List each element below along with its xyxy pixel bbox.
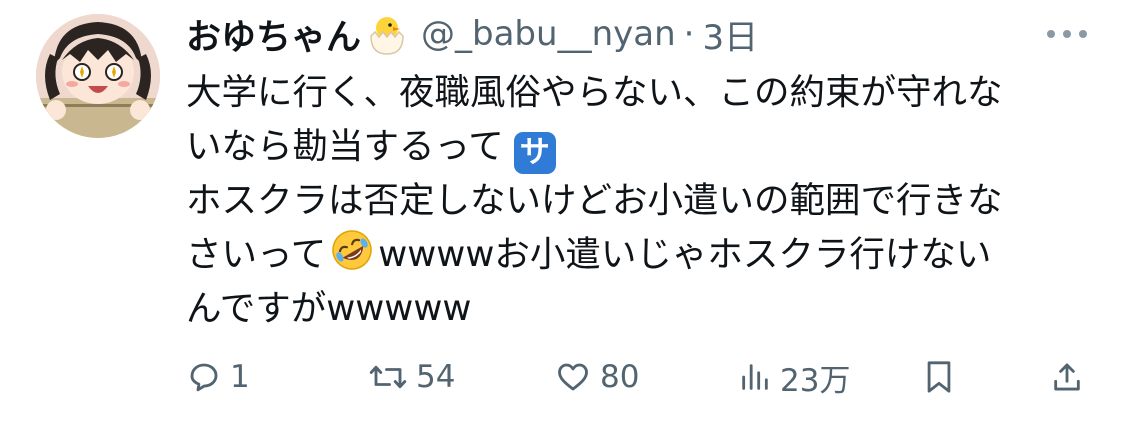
hatching-chick-icon [365,12,409,56]
bookmark-icon [927,361,951,393]
text-segment: さいって [186,234,327,275]
text-segment: wwwwお小遣いじゃホスクラ行けない [378,234,992,275]
heart-icon [558,363,588,391]
text-segment: んですがwwwww [186,288,472,329]
views-button[interactable]: 23万 [738,352,850,402]
tweet-text-line: ホスクラは否定しないけどお小遣いの範囲で行きな [186,174,1096,228]
reply-icon [190,363,218,392]
repost-icon [369,365,407,389]
share-icon [1054,363,1080,391]
timestamp[interactable]: 3日 [702,10,758,59]
text-segment: いなら勘当するって [186,126,504,167]
tweet[interactable]: おゆちゃん @_babu__nyan · 3日 大学に行く、夜職風俗やらない、こ… [0,0,1125,421]
action-bar: 1 54 80 23万 [186,352,1086,402]
text-segment: 大学に行く、夜職風俗やらない、この約束が守れな [186,72,1003,113]
repost-button[interactable]: 54 [368,352,455,402]
bookmark-button[interactable] [922,352,956,402]
share-button[interactable] [1050,352,1084,402]
separator-dot: · [683,14,695,54]
more-options-button[interactable] [1047,22,1087,46]
like-button[interactable]: 80 [554,352,639,402]
display-name[interactable]: おゆちゃん [186,9,361,60]
user-handle[interactable]: @_babu__nyan [421,14,676,54]
tweet-text-line: さいって wwwwお小遣いじゃホスクラ行けない [186,228,1096,282]
analytics-icon [742,364,768,390]
tweet-text: 大学に行く、夜職風俗やらない、この約束が守れな いなら勘当するってサ ホスクラは… [186,66,1096,336]
sa-emoji: サ [513,132,556,174]
avatar[interactable] [36,14,160,138]
tweet-text-line: 大学に行く、夜職風俗やらない、この約束が守れな [186,66,1096,120]
reply-count: 1 [230,359,250,395]
text-segment: ホスクラは否定しないけどお小遣いの範囲で行きな [186,180,1003,221]
reply-button[interactable]: 1 [186,352,250,402]
tweet-text-line: んですがwwwww [186,282,1096,336]
tweet-header: おゆちゃん @_babu__nyan · 3日 [186,8,1086,60]
repost-count: 54 [416,359,456,395]
rolling-on-floor-laughing-icon [330,228,374,272]
tweet-text-line: いなら勘当するってサ [186,120,1096,174]
like-count: 80 [600,359,640,395]
view-count: 23万 [780,362,851,399]
more-horizontal-icon [1047,30,1055,38]
